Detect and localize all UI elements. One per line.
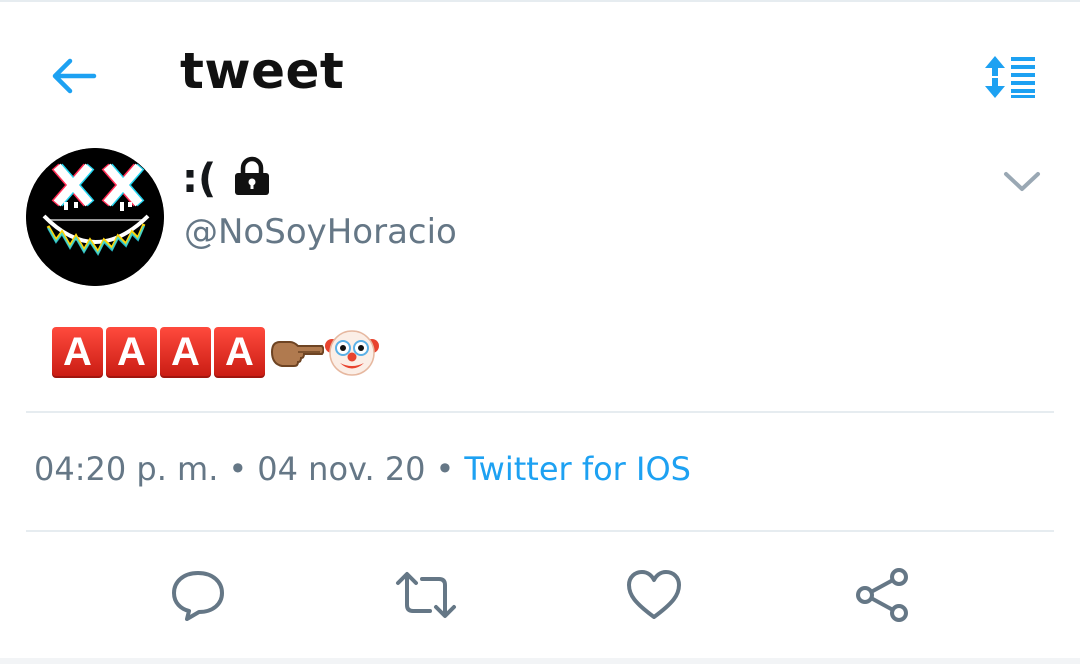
retweet-button[interactable]: [394, 564, 458, 626]
divider: [26, 530, 1054, 532]
arrow-left-icon: [52, 58, 97, 94]
tweet-detail-screen: tweet:(@NoSoyHoracio A A A A 04:20 p. …: [0, 0, 1080, 664]
tweet-date: 04 nov. 20: [257, 450, 426, 488]
divider: [26, 411, 1054, 413]
letter-a-emoji: A: [214, 326, 265, 378]
separator: •: [228, 450, 248, 488]
avatar[interactable]: [26, 148, 164, 286]
username[interactable]: @NoSoyHoracio: [184, 212, 457, 252]
share-icon: [856, 568, 908, 622]
lock-icon: [232, 156, 272, 198]
pointing-hand-emoji: [268, 324, 324, 380]
tweet-options-button[interactable]: [1000, 162, 1044, 202]
bottom-border: [0, 658, 1080, 664]
reply-button[interactable]: [166, 564, 230, 626]
sort-button[interactable]: [980, 52, 1042, 102]
tweet-text: A A A A: [52, 324, 380, 380]
glitch-smiley-avatar-icon: [26, 148, 164, 286]
heart-icon: [627, 570, 681, 619]
letter-a-emoji: A: [160, 326, 211, 378]
share-button[interactable]: [850, 564, 914, 626]
tweet-time: 04:20 p. m.: [34, 450, 219, 488]
letter-a-emoji: A: [106, 326, 157, 378]
retweet-icon: [396, 572, 456, 618]
sort-order-icon: [985, 56, 1035, 98]
chevron-down-icon: [1004, 172, 1040, 191]
like-button[interactable]: [622, 564, 686, 626]
tweet-meta: 04:20 p. m. • 04 nov. 20 • Twitter for IOS: [34, 450, 691, 488]
reply-icon: [172, 571, 224, 621]
letter-a-emoji: A: [52, 326, 103, 378]
back-button[interactable]: [44, 52, 104, 100]
display-name[interactable]: :(: [182, 156, 216, 202]
page-title: tweet: [180, 42, 345, 100]
clown-face-emoji: [324, 324, 380, 380]
separator: •: [435, 450, 455, 488]
tweet-source-link[interactable]: Twitter for IOS: [464, 450, 691, 488]
